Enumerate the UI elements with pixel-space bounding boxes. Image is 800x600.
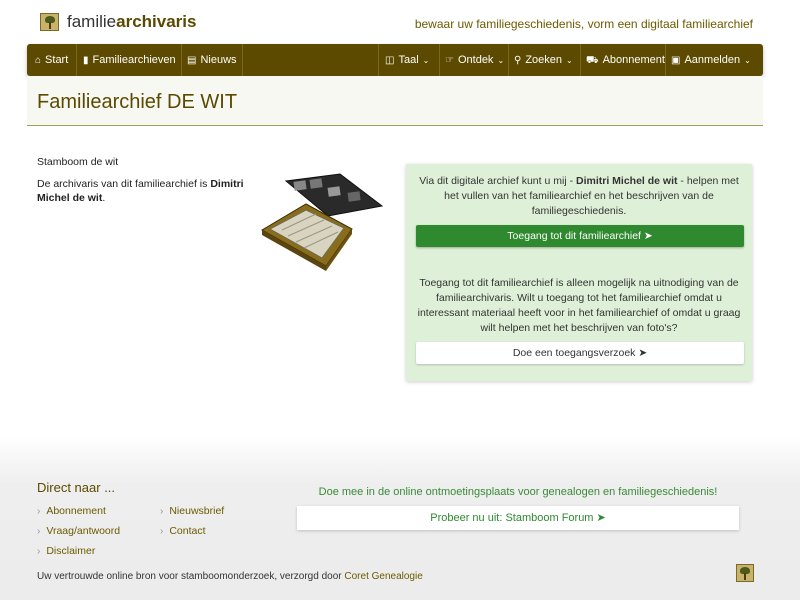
brand-bold: archivaris	[116, 12, 197, 31]
nav-divider	[580, 44, 581, 76]
chevron-right-icon: ›	[37, 546, 41, 557]
circle-chevron-right-icon: ➤	[596, 512, 606, 524]
nav-start-label: Start	[45, 54, 69, 66]
site-tagline: bewaar uw familiegeschiedenis, vorm een …	[414, 17, 753, 31]
forum-promo-text: Doe mee in de online ontmoetingsplaats v…	[318, 486, 718, 498]
page-title-bar: Familiearchief DE WIT	[27, 76, 763, 126]
chevron-down-icon: ⌄	[566, 56, 573, 65]
circle-chevron-right-icon: ➤	[643, 230, 653, 242]
footer-note: Uw vertrouwde online bron voor stamboomo…	[37, 571, 423, 582]
site-brand[interactable]: familiearchivaris	[67, 12, 196, 32]
nav-start[interactable]: ⌂ Start	[35, 44, 68, 76]
access-intro-name: Dimitri Michel de wit	[576, 175, 678, 187]
nav-abonnement-label: Abonnement	[602, 54, 665, 66]
nav-divider	[439, 44, 440, 76]
nav-divider	[181, 44, 182, 76]
lock-icon: ▣	[671, 55, 681, 66]
footer-link-disclaimer-label: Disclaimer	[46, 545, 96, 557]
site-logo-icon[interactable]	[40, 13, 59, 31]
footer-link-disclaimer[interactable]: › Disclaimer	[37, 545, 95, 557]
archive-intro: Stamboom de wit De archivaris van dit fa…	[37, 155, 247, 213]
request-access-label: Doe een toegangsverzoek	[512, 347, 636, 359]
nav-abonnement[interactable]: ⛟ Abonnement	[586, 44, 665, 76]
footer-link-contact[interactable]: › Contact	[160, 525, 206, 537]
forum-button-label: Probeer nu uit: Stamboom Forum	[430, 512, 594, 524]
chevron-right-icon: ›	[160, 526, 164, 537]
home-icon: ⌂	[35, 55, 42, 66]
footer-link-nieuwsbrief-label: Nieuwsbrief	[169, 505, 225, 517]
forum-button[interactable]: Probeer nu uit: Stamboom Forum ➤	[297, 506, 739, 530]
coret-genealogie-link[interactable]: Coret Genealogie	[344, 571, 422, 582]
nav-taal-label: Taal	[398, 54, 419, 66]
brand-light: familie	[67, 12, 117, 31]
nav-divider	[76, 44, 77, 76]
nav-ontdek[interactable]: ☞ Ontdek ⌄	[445, 44, 504, 76]
nav-nieuws-label: Nieuws	[200, 54, 237, 66]
pointer-icon: ☞	[445, 55, 454, 66]
access-archive-label: Toegang tot dit familiearchief	[507, 230, 641, 242]
chevron-down-icon: ⌄	[497, 56, 505, 65]
footer-heading: Direct naar ...	[37, 480, 116, 495]
archive-box-image	[260, 173, 384, 271]
nav-aanmelden-label: Aanmelden	[684, 54, 741, 66]
footer-note-prefix: Uw vertrouwde online bron voor stamboomo…	[37, 571, 345, 582]
invitation-text: Toegang tot dit familiearchief is alleen…	[417, 277, 741, 334]
chevron-down-icon: ⌄	[744, 56, 751, 65]
footer-link-abonnement-label: Abonnement	[46, 505, 106, 517]
nav-divider	[378, 44, 379, 76]
nav-zoeken-label: Zoeken	[525, 54, 563, 66]
chevron-right-icon: ›	[160, 506, 164, 517]
access-panel: Via dit digitale archief kunt u mij - Di…	[406, 164, 752, 381]
language-icon: ◫	[385, 55, 395, 66]
footer-link-vraag-antwoord-label: Vraag/antwoord	[46, 525, 121, 537]
top-header: familiearchivaris bewaar uw familiegesch…	[0, 0, 800, 44]
nav-taal[interactable]: ◫ Taal ⌄	[385, 44, 429, 76]
footer-link-abonnement[interactable]: › Abonnement	[37, 505, 106, 517]
archivist-prefix: De archivaris van dit familiearchief is	[37, 178, 211, 190]
nav-zoeken[interactable]: ⚲ Zoeken ⌄	[514, 44, 573, 76]
footer-link-vraag-antwoord[interactable]: › Vraag/antwoord	[37, 525, 120, 537]
book-icon: ▮	[83, 55, 89, 66]
archivist-line: De archivaris van dit familiearchief is …	[37, 177, 247, 205]
nav-divider	[665, 44, 666, 76]
footer: Direct naar ... › Abonnement › Nieuwsbrief…	[0, 436, 800, 600]
request-access-button[interactable]: Doe een toegangsverzoek ➤	[416, 342, 744, 364]
chevron-right-icon: ›	[37, 526, 41, 537]
nav-nieuws[interactable]: ▤ Nieuws	[187, 44, 237, 76]
access-archive-button[interactable]: Toegang tot dit familiearchief ➤	[416, 225, 744, 247]
nav-divider	[242, 44, 243, 76]
nav-ontdek-label: Ontdek	[457, 54, 494, 66]
search-icon: ⚲	[514, 55, 522, 66]
access-intro-prefix: Via dit digitale archief kunt u mij -	[419, 175, 576, 187]
access-intro: Via dit digitale archief kunt u mij - Di…	[416, 174, 742, 219]
chevron-down-icon: ⌄	[422, 56, 430, 65]
family-tree-name: Stamboom de wit	[37, 156, 119, 168]
footer-link-contact-label: Contact	[169, 525, 206, 537]
archivist-suffix: .	[102, 192, 106, 204]
chevron-right-icon: ›	[37, 506, 41, 517]
footer-logo-icon[interactable]	[736, 564, 754, 582]
footer-link-nieuwsbrief[interactable]: › Nieuwsbrief	[160, 505, 224, 517]
cart-icon: ⛟	[586, 55, 599, 66]
nav-aanmelden[interactable]: ▣ Aanmelden ⌄	[671, 44, 751, 76]
circle-chevron-right-icon: ➤	[638, 347, 648, 359]
main-navbar: ⌂ Start ▮ Familiearchieven ▤ Nieuws ◫ Taal ⌄ …	[27, 44, 763, 76]
nav-divider	[508, 44, 509, 76]
newspaper-icon: ▤	[187, 55, 197, 66]
nav-familiearchieven[interactable]: ▮ Familiearchieven	[83, 44, 176, 76]
page-title: Familiearchief DE WIT	[37, 91, 238, 113]
nav-familiearchieven-label: Familiearchieven	[92, 54, 176, 66]
